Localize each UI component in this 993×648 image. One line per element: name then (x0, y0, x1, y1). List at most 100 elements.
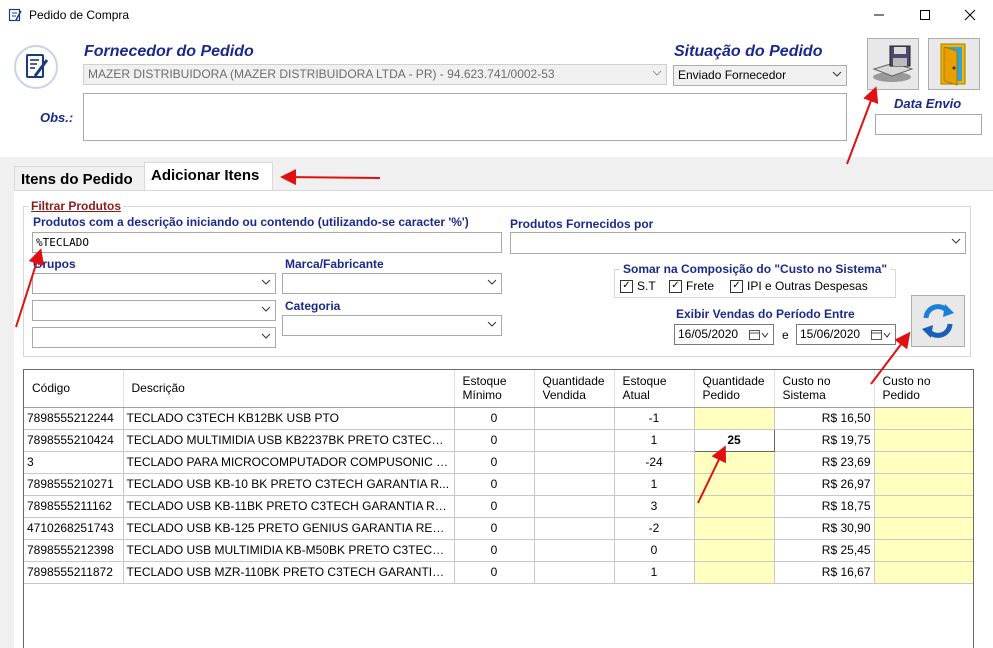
maximize-icon (920, 10, 930, 20)
descricao-label: Produtos com a descrição iniciando ou co… (33, 215, 469, 229)
fornecidos-select[interactable] (510, 232, 966, 254)
save-button[interactable] (867, 38, 919, 90)
descricao-input[interactable]: %TECLADO (32, 232, 502, 253)
products-grid: Código Descrição Estoque Mínimo Quantida… (23, 369, 974, 648)
tab-itens-do-pedido[interactable]: Itens do Pedido (14, 166, 145, 192)
door-exit-icon (940, 43, 966, 86)
situacao-value: Enviado Fornecedor (678, 68, 787, 82)
categoria-label: Categoria (285, 299, 341, 313)
table-row[interactable]: 7898555211872 TECLADO USB MZR-110BK PRETO… (24, 561, 973, 584)
cell-quantidade-pedido[interactable] (694, 407, 775, 430)
table-row[interactable]: 4710268251743 TECLADO USB KB-125 PRETO GE… (24, 517, 973, 540)
cell-custo-pedido[interactable] (874, 561, 973, 584)
cell-estoque-atual: -1 (614, 407, 695, 430)
cell-quantidade-pedido[interactable]: 25 (693, 428, 775, 452)
situacao-label: Situação do Pedido (674, 43, 823, 60)
cell-custo-sistema: R$ 26,97 (774, 473, 875, 496)
marca-label: Marca/Fabricante (285, 257, 384, 271)
cell-descricao: TECLADO USB KB-10 BK PRETO C3TECH GARANT… (123, 473, 455, 496)
col-custo-sistema[interactable]: Custo no Sistema (774, 370, 875, 408)
cell-custo-pedido[interactable] (874, 429, 973, 452)
table-row[interactable]: 3 TECLADO PARA MICROCOMPUTADOR COMPUSONIC… (24, 451, 973, 474)
cell-estoque-atual: 1 (614, 429, 695, 452)
col-descricao[interactable]: Descrição (123, 370, 455, 408)
cell-custo-pedido[interactable] (874, 451, 973, 474)
fornecedor-select[interactable]: MAZER DISTRIBUIDORA (MAZER DISTRIBUIDORA… (83, 64, 667, 85)
col-quantidade-pedido[interactable]: Quantidade Pedido (694, 370, 775, 408)
situacao-select[interactable]: Enviado Fornecedor (673, 65, 847, 86)
chevron-down-icon (261, 333, 271, 339)
col-quantidade-vendida[interactable]: Quantidade Vendida (534, 370, 615, 408)
cell-estoque-minimo: 0 (454, 407, 535, 430)
check-ipi[interactable]: ✓ IPI e Outras Despesas (730, 279, 868, 293)
grupos-select-1[interactable] (32, 273, 276, 294)
cell-custo-sistema: R$ 16,50 (774, 407, 875, 430)
chevron-down-icon (261, 306, 271, 312)
cell-quantidade-pedido[interactable] (694, 517, 775, 540)
obs-label: Obs.: (40, 110, 74, 125)
data-envio-field[interactable] (875, 114, 982, 135)
col-custo-pedido[interactable]: Custo no Pedido (874, 370, 973, 408)
table-row[interactable]: 7898555211162 TECLADO USB KB-11BK PRETO C… (24, 495, 973, 518)
somar-title: Somar na Composição do "Custo no Sistema… (620, 262, 891, 276)
table-row[interactable]: 7898555210424 TECLADO MULTIMIDIA USB KB22… (24, 428, 973, 452)
close-icon (964, 9, 976, 21)
chevron-down-icon (832, 71, 842, 77)
cell-quantidade-pedido[interactable] (694, 495, 775, 518)
table-row[interactable]: 7898555212244 TECLADO C3TECH KB12BK USB P… (24, 407, 973, 430)
cell-quantidade-pedido[interactable] (694, 561, 775, 584)
marca-select[interactable] (282, 273, 502, 294)
cell-estoque-atual: -2 (614, 517, 695, 540)
cell-custo-pedido[interactable] (874, 495, 973, 518)
col-codigo[interactable]: Código (24, 370, 124, 408)
refresh-button[interactable] (911, 295, 965, 347)
cell-custo-pedido[interactable] (874, 407, 973, 430)
grupos-select-3[interactable] (32, 327, 276, 348)
obs-textarea[interactable] (83, 93, 847, 141)
col-estoque-minimo[interactable]: Estoque Mínimo (454, 370, 535, 408)
cell-quantidade-vendida (534, 429, 615, 452)
refresh-icon (922, 304, 954, 338)
cell-codigo: 3 (24, 451, 124, 474)
chevron-down-icon (652, 70, 662, 76)
cell-estoque-minimo: 0 (454, 429, 535, 452)
cell-quantidade-pedido[interactable] (694, 451, 775, 474)
cell-custo-sistema: R$ 18,75 (774, 495, 875, 518)
cell-codigo: 7898555211872 (24, 561, 124, 584)
cell-estoque-minimo: 0 (454, 495, 535, 518)
table-row[interactable]: 7898555212398 TECLADO USB MULTIMIDIA KB-M… (24, 539, 973, 562)
cell-estoque-atual: 1 (614, 473, 695, 496)
calendar-icon (871, 330, 891, 340)
date-to-value: 15/06/2020 (800, 327, 861, 341)
cell-quantidade-pedido[interactable] (694, 539, 775, 562)
cell-codigo: 7898555210424 (24, 429, 124, 452)
cell-descricao: TECLADO USB MZR-110BK PRETO C3TECH GARAN… (123, 561, 455, 584)
cell-descricao: TECLADO C3TECH KB12BK USB PTO (123, 407, 455, 430)
exit-button[interactable] (928, 38, 980, 90)
cell-custo-pedido[interactable] (874, 517, 973, 540)
order-header: Fornecedor do Pedido MAZER DISTRIBUIDORA… (0, 30, 993, 157)
cell-custo-pedido[interactable] (874, 539, 973, 562)
cell-estoque-minimo: 0 (454, 517, 535, 540)
chevron-down-icon (951, 238, 961, 244)
col-estoque-atual[interactable]: Estoque Atual (614, 370, 695, 408)
minimize-button[interactable] (856, 0, 902, 30)
categoria-select[interactable] (282, 315, 502, 336)
cell-estoque-atual: 0 (614, 539, 695, 562)
checkbox-checked-icon: ✓ (730, 279, 743, 293)
tab-adicionar-itens[interactable]: Adicionar Itens (144, 162, 273, 191)
chevron-down-icon (487, 279, 497, 285)
close-button[interactable] (947, 0, 993, 30)
cell-quantidade-pedido[interactable] (694, 473, 775, 496)
cell-descricao: TECLADO MULTIMIDIA USB KB2237BK PRETO C3… (123, 429, 455, 452)
date-from-picker[interactable]: 16/05/2020 (674, 324, 774, 345)
check-st[interactable]: ✓ S.T (620, 279, 656, 293)
cell-custo-pedido[interactable] (874, 473, 973, 496)
check-frete[interactable]: ✓ Frete (669, 279, 714, 293)
cell-custo-sistema: R$ 16,67 (774, 561, 875, 584)
grupos-select-2[interactable] (32, 300, 276, 321)
data-envio-label: Data Envio (894, 96, 962, 111)
table-row[interactable]: 7898555210271 TECLADO USB KB-10 BK PRETO … (24, 473, 973, 496)
maximize-button[interactable] (902, 0, 948, 30)
date-to-picker[interactable]: 15/06/2020 (796, 324, 896, 345)
